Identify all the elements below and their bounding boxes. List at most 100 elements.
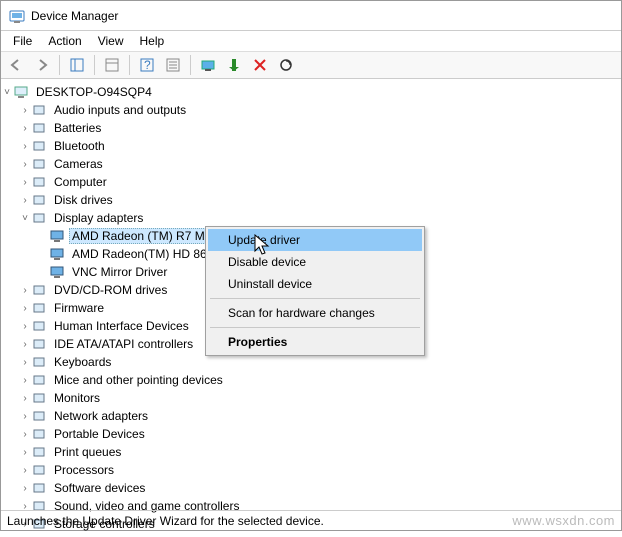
toolbar-separator [94,55,95,75]
expand-icon[interactable]: › [19,447,31,458]
category-icon [31,444,47,460]
tree-item-label: Mice and other pointing devices [51,372,226,388]
expand-icon[interactable]: › [19,357,31,368]
title-bar: Device Manager [1,1,621,31]
tree-item[interactable]: › Computer [1,173,621,191]
tree-item-label: Human Interface Devices [51,318,192,334]
tree-root-label: DESKTOP-O94SQP4 [33,84,155,100]
tree-item-label: Computer [51,174,110,190]
prop-sheet-button[interactable] [101,54,123,76]
menu-help[interactable]: Help [132,32,173,50]
display-adapter-icon [49,228,65,244]
tree-item[interactable]: › Cameras [1,155,621,173]
forward-button[interactable] [31,54,53,76]
category-icon [31,372,47,388]
collapse-icon[interactable]: ˅ [19,213,31,224]
app-icon [9,8,25,24]
tree-item-label: Monitors [51,390,103,406]
tree-item[interactable]: › Processors [1,461,621,479]
category-icon [31,174,47,190]
tree-item-label: IDE ATA/ATAPI controllers [51,336,196,352]
menu-file[interactable]: File [5,32,40,50]
category-icon [31,354,47,370]
ctx-scan-hardware[interactable]: Scan for hardware changes [208,302,422,324]
menu-action[interactable]: Action [40,32,89,50]
ctx-separator [210,298,420,299]
category-icon [31,120,47,136]
expand-icon[interactable]: › [19,159,31,170]
expand-icon[interactable]: › [19,195,31,206]
expand-icon[interactable]: › [19,429,31,440]
tree-item-label: Display adapters [51,210,146,226]
tree-item[interactable]: › Monitors [1,389,621,407]
category-icon [31,462,47,478]
ctx-properties[interactable]: Properties [208,331,422,353]
ctx-uninstall-device[interactable]: Uninstall device [208,273,422,295]
tree-item-label: Cameras [51,156,106,172]
category-icon [31,426,47,442]
tree-item[interactable]: ›Print queues [1,443,621,461]
tree-item-label: Disk drives [51,192,116,208]
scan-hardware-button[interactable] [275,54,297,76]
computer-icon [13,84,29,100]
status-text: Launches the Update Driver Wizard for th… [7,514,324,528]
expand-icon[interactable]: › [19,339,31,350]
expand-icon[interactable]: › [19,285,31,296]
expand-icon[interactable]: › [19,303,31,314]
watermark-text: www.wsxdn.com [512,513,615,528]
update-driver-button[interactable] [197,54,219,76]
tree-root[interactable]: ˅ DESKTOP-O94SQP4 [1,83,621,101]
tree-child-label: AMD Radeon (TM) R7 M2 [69,228,214,244]
ctx-separator [210,327,420,328]
properties-button[interactable] [162,54,184,76]
menu-bar: File Action View Help [1,31,621,51]
tree-item[interactable]: ›Software devices [1,479,621,497]
toolbar-separator [59,55,60,75]
expand-icon[interactable]: › [19,483,31,494]
tree-child-label: VNC Mirror Driver [69,264,170,280]
ctx-update-driver[interactable]: Update driver [208,229,422,251]
tree-item[interactable]: ›Audio inputs and outputs [1,101,621,119]
tree-item[interactable]: ˅ Display adapters [1,209,621,227]
tree-item-label: DVD/CD-ROM drives [51,282,170,298]
tree-item[interactable]: › Disk drives [1,191,621,209]
expand-icon[interactable]: › [19,123,31,134]
expand-icon[interactable]: › [19,375,31,386]
help-button[interactable]: ? [136,54,158,76]
show-hide-tree-button[interactable] [66,54,88,76]
toolbar: ? [1,51,621,79]
enable-device-button[interactable] [223,54,245,76]
expand-icon[interactable]: › [19,105,31,116]
tree-item-label: Portable Devices [51,426,148,442]
window-title: Device Manager [31,9,118,23]
display-adapter-icon [49,264,65,280]
category-icon [31,138,47,154]
tree-item-label: Keyboards [51,354,114,370]
category-icon [31,156,47,172]
tree-item[interactable]: › Portable Devices [1,425,621,443]
expand-icon[interactable]: › [19,411,31,422]
ctx-disable-device[interactable]: Disable device [208,251,422,273]
expand-icon[interactable]: › [19,141,31,152]
menu-view[interactable]: View [90,32,132,50]
collapse-icon[interactable]: ˅ [1,87,13,98]
category-icon [31,210,47,226]
tree-item[interactable]: › Batteries [1,119,621,137]
uninstall-button[interactable] [249,54,271,76]
back-button[interactable] [5,54,27,76]
toolbar-separator [129,55,130,75]
tree-item-label: Network adapters [51,408,151,424]
tree-item[interactable]: ›Bluetooth [1,137,621,155]
expand-icon[interactable]: › [19,321,31,332]
tree-item-label: Batteries [51,120,104,136]
tree-item[interactable]: › Mice and other pointing devices [1,371,621,389]
expand-icon[interactable]: › [19,465,31,476]
category-icon [31,300,47,316]
expand-icon[interactable]: › [19,177,31,188]
tree-item-label: Processors [51,462,117,478]
expand-icon[interactable]: › [19,393,31,404]
svg-text:?: ? [144,58,151,72]
category-icon [31,282,47,298]
tree-item[interactable]: › Network adapters [1,407,621,425]
category-icon [31,390,47,406]
